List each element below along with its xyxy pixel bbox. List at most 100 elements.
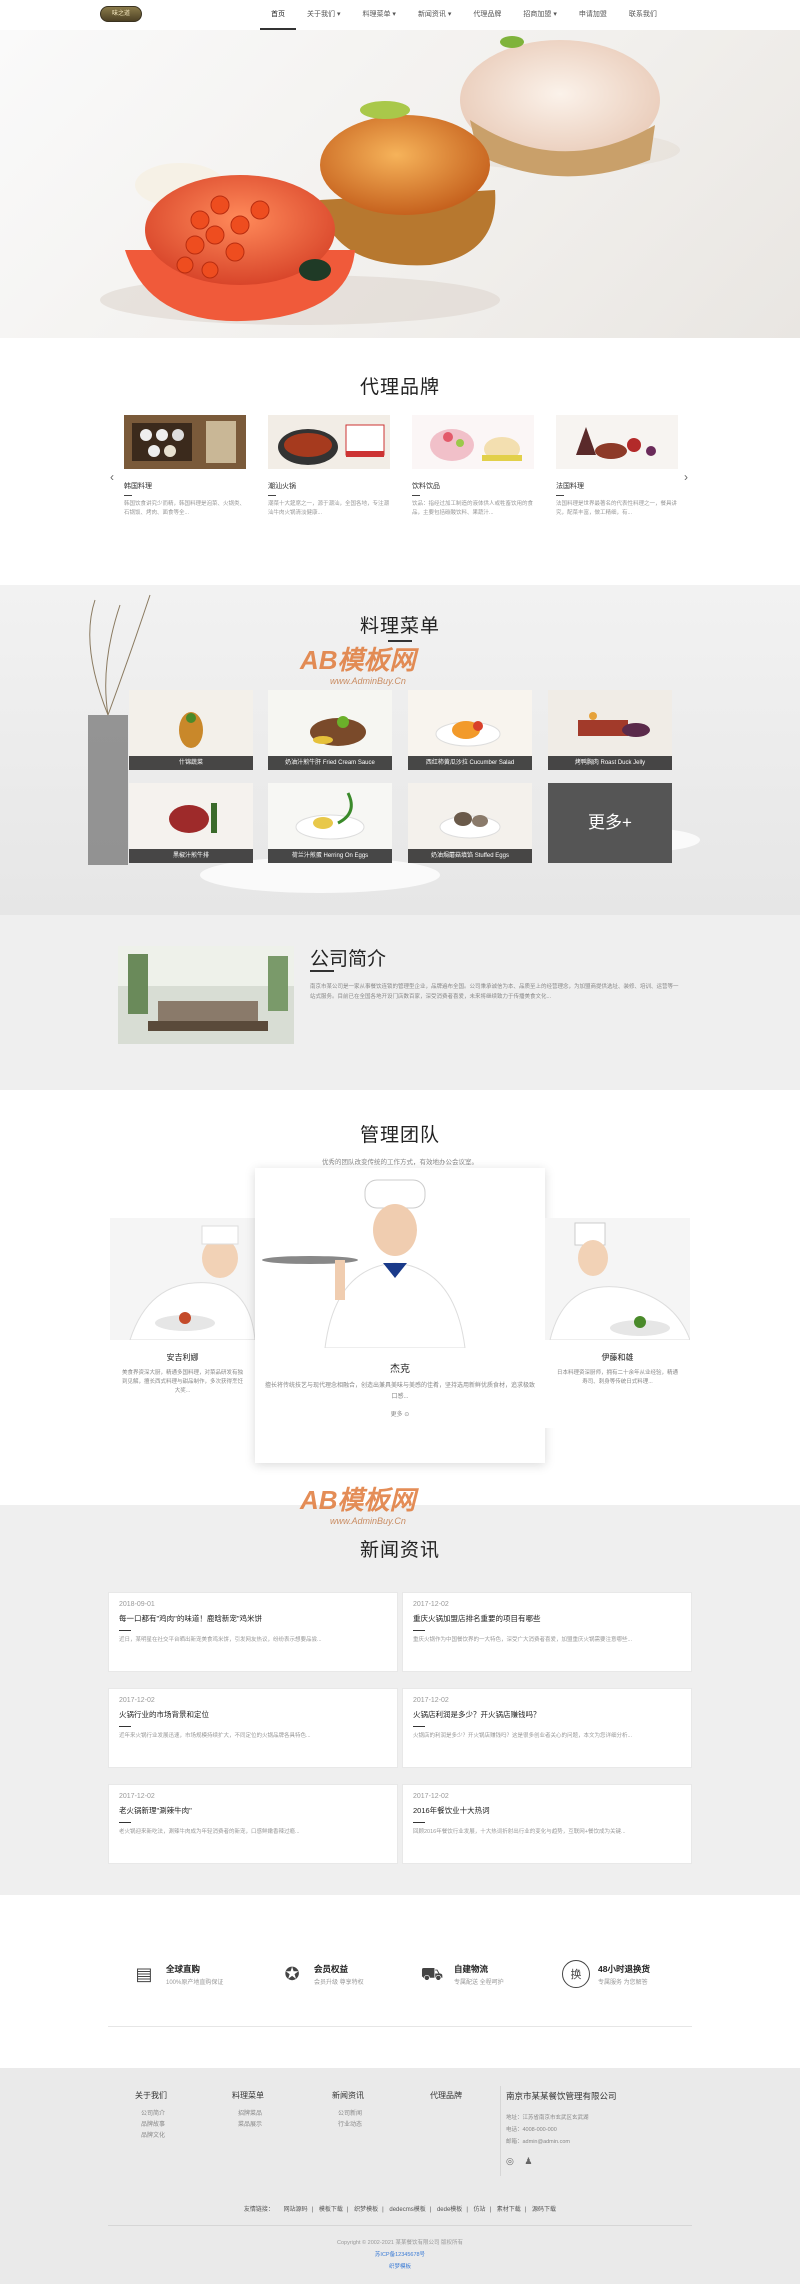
weibo-icon[interactable]: ◎ [506,2156,514,2166]
friend-link[interactable]: dedecms模板 [389,2207,425,2213]
carousel-next-icon[interactable]: › [684,470,688,484]
member-photo [255,1168,545,1349]
service-desc: 专属服务 为您解答 [598,1980,648,1986]
friend-link[interactable]: 素材下载 [497,2207,521,2213]
team-title: 管理团队 [359,1125,440,1146]
news-desc: 重庆火锅作为中国餐饮界的一大特色，深受广大消费者喜爱，加盟重庆火锅需要注意哪些.… [413,1637,633,1643]
carousel-prev-icon[interactable]: ‹ [110,470,114,484]
brand-card[interactable]: 法国料理 法国料理是世界最著名的代表性料理之一，餐具讲究，配菜丰富，做工精细，有… [556,415,678,518]
service-item: ⛟ 自建物流 专属配送 全程呵护 [418,1960,568,2000]
footer-link[interactable]: 行业动态 [332,2120,364,2131]
service-title: 48小时退换货 [598,1964,650,1974]
nav-contact[interactable]: 联系我们 [618,0,668,30]
header: 味之道 首页 关于我们 ▾ 料理菜单 ▾ 新闻资讯 ▾ 代理品牌 招商加盟 ▾ … [0,0,800,30]
service-desc: 会员升级 尊享特权 [314,1980,364,1986]
member-desc: 美食界资深大厨，精通多国料理，对菜品研发有独到见解，擅长西式料理与甜品制作，多次… [121,1370,243,1394]
divider [500,2086,501,2176]
logo[interactable]: 味之道 [100,6,142,22]
brand-desc: 潮菜十大筵席之一，源于潮汕，全国各地，专注潮汕牛肉火锅清淡健康... [268,501,390,516]
nav-join[interactable]: 招商加盟 ▾ [512,0,567,30]
footer-link[interactable]: 公司新闻 [332,2109,364,2120]
divider [108,2026,692,2027]
footer-col-heading: 料理菜单 [232,2091,264,2100]
news-headline: 火锅店利润是多少？开火锅店赚钱吗？ [413,1710,541,1719]
service-title: 自建物流 [454,1964,489,1974]
news-item[interactable]: 2018-09-01 每一口都有"鸡肉"的味道！鹿晗新宠"鸡米饼 近日，某明星在社交… [108,1592,398,1672]
dish-card[interactable]: 西红柿黄瓜沙拉 Cucumber Salad [408,690,532,770]
brand-photo [412,415,534,469]
friend-links: 友情链接： 网站源码 | 模板下载 | 织梦模板 | dedecms模板 | dede模… [243,2207,557,2213]
member-more-link[interactable]: 更多 ⊙ [255,1409,545,1418]
dish-card[interactable]: 黑椒汁煎牛排 [129,783,253,863]
news-item[interactable]: 2017-12-02 重庆火锅加盟店排名重要的项目有哪些 重庆火锅作为中国餐饮界的一… [402,1592,692,1672]
company-intro: 南京市某公司是一家从事餐饮连锁的管理型企业，品牌遍布全国。公司秉承诚信为本、品质… [310,984,679,1000]
brand-card[interactable]: 潮汕火锅 潮菜十大筵席之一，源于潮汕，全国各地，专注潮汕牛肉火锅清淡健康... [268,415,390,518]
brand-name: 潮汕火锅 [268,483,296,490]
news-desc: 回顾2016年餐饮行业发展，十大热词折射出行业的变化与趋势，互联网+餐饮成为关键… [413,1829,626,1835]
footer-col-about: 关于我们 公司简介 品牌故事 品牌文化 [135,2090,167,2142]
news-item[interactable]: 2017-12-02 火锅店利润是多少？开火锅店赚钱吗？ 火锅店的利润是多少？开火锅… [402,1688,692,1768]
news-date: 2017-12-02 [413,1697,449,1704]
nav-menu[interactable]: 料理菜单 ▾ [351,0,406,30]
team-card[interactable]: 伊藤和雄 日本料理资深厨师，拥有二十余年从业经验，精通寿司、刺身等传统日式料理.… [545,1218,691,1428]
friend-link[interactable]: 模板下载 [319,2207,343,2213]
nav-about[interactable]: 关于我们 ▾ [296,0,351,30]
service-title: 全球直购 [166,1964,201,1974]
footer-col-heading: 关于我们 [135,2091,167,2100]
brand-photo [556,415,678,469]
qq-icon[interactable]: ♟ [524,2156,532,2166]
friend-link[interactable]: dede模板 [437,2207,462,2213]
friend-link[interactable]: 网站源码 [284,2207,308,2213]
friend-link[interactable]: 织梦模板 [354,2207,378,2213]
more-dishes-button[interactable]: 更多+ [548,783,672,863]
divider [413,1630,425,1631]
dish-card[interactable]: 烤鸭胸肉 Roast Duck Jelly [548,690,672,770]
news-date: 2017-12-02 [119,1793,155,1800]
icp-link[interactable]: 苏ICP备12345678号 [0,2250,800,2258]
footer-link[interactable]: 品牌文化 [135,2131,167,2142]
news-date: 2017-12-02 [119,1697,155,1704]
dish-card[interactable]: 奶油焗蘑菇填馅 Stuffed Eggs [408,783,532,863]
news-item[interactable]: 2017-12-02 2016年餐饮业十大热词 回顾2016年餐饮行业发展，十大热词… [402,1784,692,1864]
divider [119,1822,131,1823]
news-headline: 老火锅新理"涮辣牛肉" [119,1806,192,1815]
company-title: 公司简介 [310,949,387,970]
nav-brands[interactable]: 代理品牌 [462,0,512,30]
divider [556,495,564,496]
news-item[interactable]: 2017-12-02 老火锅新理"涮辣牛肉" 老火锅迎来新吃法，涮辣牛肉成为年轻消费… [108,1784,398,1864]
receipt-icon: ▤ [135,1964,153,1984]
news-item[interactable]: 2017-12-02 火锅行业的市场背景和定位 近年来火锅行业发展迅速，市场规模持续… [108,1688,398,1768]
brand-desc: 韩国饮食讲究少而精，韩国料理是泡菜、火锅类、石锅饭、烤肉、面食等全... [124,501,246,516]
team-card[interactable]: 安吉利娜 美食界资深大厨，精通多国料理，对菜品研发有独到见解，擅长西式料理与甜品… [110,1218,256,1428]
dish-card[interactable]: 奶油汁煎牛肝 Fried Cream Sauce [268,690,392,770]
copyright: Copyright © 2002-2021 某某餐饮有限公司 版权所有 [336,2240,463,2246]
nav-apply[interactable]: 申请加盟 [568,0,618,30]
company-photo [118,946,294,1044]
company-name: 南京市某某餐饮管理有限公司 [506,2091,617,2101]
address: 地址：江苏省南京市玄武区玄武湖 [506,2115,589,2121]
service-title: 会员权益 [314,1964,349,1974]
brand-photo [268,415,390,469]
nav-news[interactable]: 新闻资讯 ▾ [407,0,462,30]
dish-card[interactable]: 荷兰汁煎蛋 Herring On Eggs [268,783,392,863]
dish-caption: 奶油焗蘑菇填馅 Stuffed Eggs [408,849,532,863]
footer-link[interactable]: 菜品展示 [232,2120,264,2131]
divider [108,2225,692,2226]
hero-banner [0,30,800,338]
footer-col-menu: 料理菜单 招牌菜品 菜品展示 [232,2090,264,2131]
nav-home[interactable]: 首页 [260,0,296,30]
brand-name: 法国料理 [556,483,584,490]
footer-link[interactable]: 招牌菜品 [232,2109,264,2120]
news-desc: 火锅店的利润是多少？开火锅店赚钱吗？这是很多创业者关心的问题，本文为您详细分析.… [413,1733,633,1739]
brand-card[interactable]: 韩国料理 韩国饮食讲究少而精，韩国料理是泡菜、火锅类、石锅饭、烤肉、面食等全..… [124,415,246,518]
friend-link[interactable]: 仿站 [474,2207,486,2213]
more-label: 更多+ [588,813,632,832]
credit-link[interactable]: 织梦模板 [0,2262,800,2270]
footer-link[interactable]: 品牌故事 [135,2120,167,2131]
friend-link[interactable]: 源码下载 [532,2207,556,2213]
brand-card[interactable]: 饮料饮品 饮品：指经过加工制造的液体供人或牲畜饮用的食品，主要包括碳酸饮料、果蔬… [412,415,534,518]
footer-link[interactable]: 公司简介 [135,2109,167,2120]
dish-card[interactable]: 什锦蔬菜 [129,690,253,770]
member-name: 伊藤和雄 [601,1353,634,1362]
team-card-featured[interactable]: 杰克 擅长将传统技艺与现代理念相融合，创造出兼具美味与美感的佳肴，坚持选用新鲜优… [255,1168,545,1463]
